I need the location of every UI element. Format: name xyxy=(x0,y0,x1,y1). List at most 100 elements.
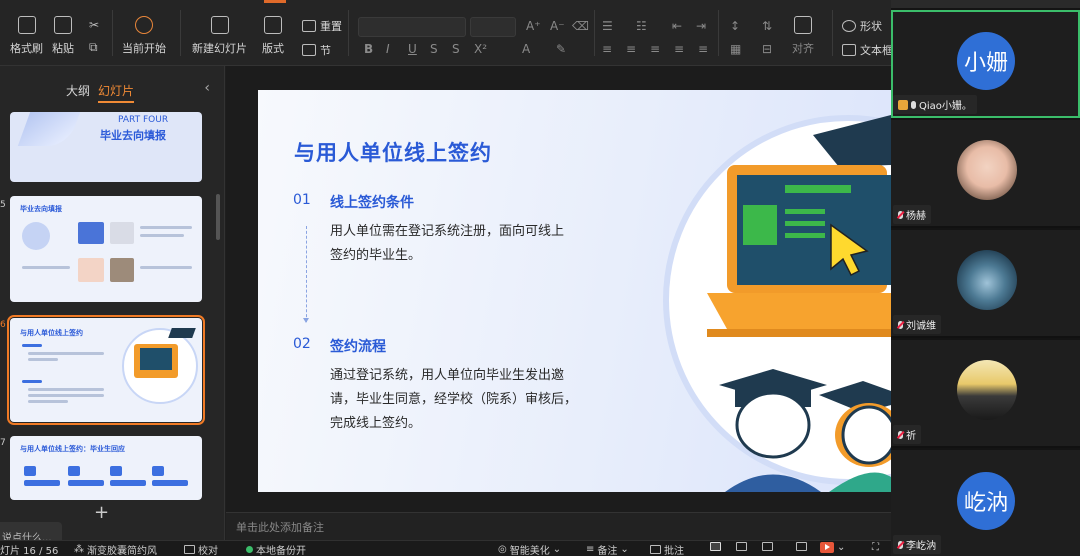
beautify-button[interactable]: ◎ 智能美化 ⌄ xyxy=(498,542,561,556)
highlight-icon[interactable]: ✎ xyxy=(556,42,566,56)
theme-button[interactable]: ⁂ 渐变胶囊简约风 xyxy=(74,542,157,556)
bullets-icon[interactable]: ☰ xyxy=(602,19,613,33)
mic-muted-icon xyxy=(898,320,903,329)
collapse-panel-icon[interactable]: ‹ xyxy=(204,80,210,96)
copy-icon[interactable]: ⧉ xyxy=(89,40,98,55)
thumbnail-badge xyxy=(152,466,164,476)
chevron-down-icon: ⌄ xyxy=(837,542,846,553)
align-right-icon[interactable]: ≡ xyxy=(650,42,660,56)
participant-tile[interactable]: 杨赫 xyxy=(891,120,1080,228)
start-from-current-button[interactable]: 当前开始 xyxy=(122,16,166,56)
strikethrough-icon[interactable]: S xyxy=(430,42,438,56)
section-button[interactable]: 节 xyxy=(302,42,331,58)
participant-tile[interactable]: 刘诚维 xyxy=(891,230,1080,338)
fit-window-icon[interactable]: ⛶ xyxy=(872,542,879,553)
reset-button[interactable]: 重置 xyxy=(302,18,342,34)
align-button[interactable]: 对齐 xyxy=(792,16,814,56)
layout-button[interactable]: 版式 xyxy=(262,16,284,56)
proofread-button[interactable]: 校对 xyxy=(184,542,218,556)
avatar xyxy=(957,250,1017,310)
participant-tile[interactable]: 祈 xyxy=(891,340,1080,448)
slide-thumbnail-active[interactable]: 与用人单位线上签约 xyxy=(7,315,205,425)
clear-format-icon[interactable]: ⌫ xyxy=(572,19,589,33)
underline-icon[interactable]: U xyxy=(408,42,417,56)
thumbnail-text-line xyxy=(22,344,42,347)
thumbnail-text-line xyxy=(28,358,58,361)
vertical-align-icon[interactable]: ⊟ xyxy=(762,42,772,56)
avatar: 屹汭 xyxy=(957,472,1015,530)
indent-decrease-icon[interactable]: ⇤ xyxy=(672,19,682,33)
slide-thumbnail[interactable]: PART FOUR 毕业去向填报 xyxy=(10,112,202,182)
italic-icon[interactable]: I xyxy=(386,42,390,56)
participant-tile-active[interactable]: 小姗 Qiao小姗。 xyxy=(891,10,1080,118)
superscript-icon[interactable]: X² xyxy=(474,42,487,56)
shadow-icon[interactable]: S xyxy=(452,42,460,56)
format-painter-icon xyxy=(17,16,36,34)
divider xyxy=(180,10,181,56)
participant-name-tag: 祈 xyxy=(893,425,921,444)
paste-button[interactable]: 粘贴 xyxy=(52,16,74,56)
participant-name-tag: 杨赫 xyxy=(893,205,931,224)
decrease-font-icon[interactable]: A⁻ xyxy=(550,19,565,33)
play-icon xyxy=(820,542,834,553)
video-panel-header xyxy=(891,0,1080,8)
distribute-icon[interactable]: ≡ xyxy=(698,42,708,56)
indent-increase-icon[interactable]: ⇥ xyxy=(696,19,706,33)
presenter-view-icon[interactable] xyxy=(796,542,807,551)
slide-thumbnail[interactable]: 与用人单位线上签约：毕业生回应 xyxy=(10,436,202,500)
thumbnail-image xyxy=(78,258,104,282)
avatar: 小姗 xyxy=(957,32,1015,90)
justify-icon[interactable]: ≡ xyxy=(674,42,684,56)
participant-tile[interactable]: 屹汭 李屹汭 xyxy=(891,450,1080,556)
comments-button[interactable]: 批注 xyxy=(650,542,684,556)
slide[interactable]: 与用人单位线上签约 01 线上签约条件 用人单位需在登记系统注册，面向可线上 签… xyxy=(258,90,891,492)
numbering-icon[interactable]: ☷ xyxy=(636,19,647,33)
item-heading: 线上签约条件 xyxy=(330,195,414,211)
participant-name-tag: Qiao小姗。 xyxy=(893,95,977,114)
add-slide-icon[interactable]: + xyxy=(94,502,109,523)
align-left-icon[interactable]: ≡ xyxy=(602,42,612,56)
thumbnail-text-line xyxy=(28,394,104,397)
slide-thumbnail[interactable]: 毕业去向填报 xyxy=(10,196,202,302)
columns-icon[interactable]: ▦ xyxy=(730,42,741,56)
backup-button[interactable]: 本地备份开 xyxy=(246,542,306,556)
avatar xyxy=(957,360,1017,420)
thumbnail-text-line xyxy=(140,266,192,269)
slideshow-button[interactable]: ⌄ xyxy=(820,542,845,553)
textbox-button[interactable]: 文本框 xyxy=(842,42,893,58)
thumbnail-image xyxy=(78,222,104,244)
tab-slides[interactable]: 幻灯片 xyxy=(98,82,135,103)
align-center-icon[interactable]: ≡ xyxy=(626,42,636,56)
item-number: 01 xyxy=(293,192,311,208)
format-painter-button[interactable]: 格式刷 xyxy=(10,16,43,56)
thumbnail-decoration xyxy=(17,112,81,146)
active-tab-indicator xyxy=(264,0,286,3)
slide-title[interactable]: 与用人单位线上签约 xyxy=(294,137,492,167)
cut-icon[interactable]: ✂ xyxy=(89,18,99,32)
thumbnail-scrollbar[interactable] xyxy=(216,194,220,240)
text-direction-icon[interactable]: ⇅ xyxy=(762,19,772,33)
thumbnail-bar xyxy=(24,480,60,486)
new-slide-icon xyxy=(210,16,229,34)
notes-placeholder: 单击此处添加备注 xyxy=(236,521,324,534)
font-family-select[interactable] xyxy=(358,17,466,37)
shape-button[interactable]: 形状 xyxy=(842,18,882,34)
mic-muted-icon xyxy=(898,430,903,439)
new-slide-button[interactable]: 新建幻灯片 xyxy=(192,16,247,56)
notes-pane[interactable]: 单击此处添加备注 xyxy=(226,512,891,540)
grid-view-icon[interactable] xyxy=(736,542,747,551)
proofread-icon xyxy=(184,545,195,554)
thumbnail-bar xyxy=(68,480,104,486)
increase-font-icon[interactable]: A⁺ xyxy=(526,19,541,33)
normal-view-icon[interactable] xyxy=(710,542,721,551)
tab-outline[interactable]: 大纲 xyxy=(66,82,90,99)
notes-toggle-button[interactable]: ≡ 备注 ⌄ xyxy=(586,542,629,556)
font-size-select[interactable] xyxy=(470,17,516,37)
host-badge-icon xyxy=(898,99,908,110)
reading-view-icon[interactable] xyxy=(762,542,773,551)
dashed-connector xyxy=(306,226,307,322)
thumbnail-image xyxy=(110,222,134,244)
line-spacing-icon[interactable]: ↕ xyxy=(730,19,740,33)
font-color-icon[interactable]: A xyxy=(522,42,530,56)
bold-icon[interactable]: B xyxy=(364,42,373,56)
